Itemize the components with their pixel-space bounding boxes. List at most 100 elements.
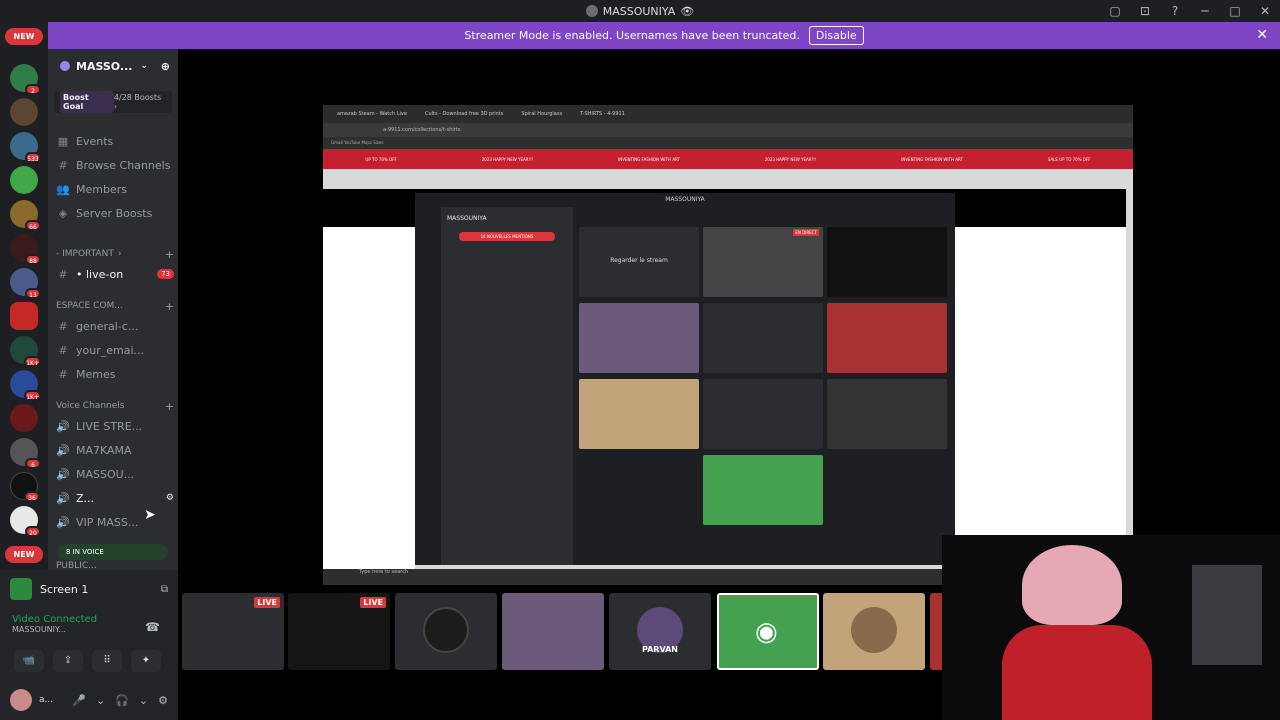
category-important[interactable]: - IMPORTANT › + <box>56 247 174 261</box>
settings-icon[interactable]: ⚙ <box>166 493 174 503</box>
server-icon[interactable]: 88 <box>10 234 41 265</box>
server-icon[interactable]: 1K+ <box>10 370 41 401</box>
hash-icon: # <box>58 267 68 281</box>
nav-server-boosts[interactable]: ◈ Server Boosts <box>56 203 174 223</box>
server-icon[interactable]: 66 <box>10 200 41 231</box>
popout-icon[interactable]: ⧉ <box>161 584 168 595</box>
user-voice-panel: Screen 1 ⧉ Video Connected MASSOUNIY... … <box>0 570 178 720</box>
channel-memes[interactable]: # Memes <box>56 364 174 384</box>
participant-thumbnail[interactable] <box>395 593 497 670</box>
nested-discord-window: MASSOUNIYA MASSOUNIYA 14 NOUVELLES MENTI… <box>415 193 955 565</box>
maximize-button[interactable]: □ <box>1220 4 1250 18</box>
discord-logo-icon: ◉ <box>755 617 778 647</box>
nav-members[interactable]: 👥 Members <box>56 179 174 199</box>
nav-browse-channels[interactable]: # Browse Channels <box>56 155 174 175</box>
mic-icon[interactable]: 🎤 <box>72 694 86 707</box>
server-icon[interactable] <box>10 98 38 126</box>
headphones-chevron-icon[interactable]: ⌄ <box>139 694 148 707</box>
webcam-overlay <box>942 535 1280 720</box>
server-icon[interactable]: 36 <box>10 472 40 502</box>
minimize-button[interactable]: ─ <box>1190 4 1220 18</box>
mic-chevron-icon[interactable]: ⌄ <box>96 694 105 707</box>
headphones-icon[interactable]: 🎧 <box>115 694 129 707</box>
server-icon[interactable] <box>10 302 38 330</box>
help-icon[interactable]: ? <box>1160 4 1190 18</box>
participant-thumbnail[interactable]: PARVAN <box>609 593 711 670</box>
in-voice-pill[interactable]: 8 IN VOICE <box>58 544 168 560</box>
disconnect-icon[interactable]: ☎ <box>145 620 160 634</box>
add-channel-icon[interactable]: + <box>165 248 174 261</box>
category-voice-channels[interactable]: Voice Channels + <box>56 399 174 413</box>
server-header[interactable]: MASSO... ⌄ ⊕ <box>48 49 178 83</box>
streamer-mode-banner: Streamer Mode is enabled. Usernames have… <box>48 22 1280 49</box>
promo-bar: UP TO 70% OFF 2023 HAPPY NEW YEAR!!! INV… <box>323 149 1133 169</box>
server-badge-icon <box>60 61 70 71</box>
voice-channel-public[interactable]: PUBLIC... <box>56 561 174 570</box>
boost-goal-label: Boost Goal <box>60 91 114 113</box>
participant-thumbnail[interactable]: ◉ <box>717 593 819 670</box>
webcam-cap <box>1022 545 1122 625</box>
voice-channel-live-stream[interactable]: 🔊 LIVE STRE... <box>56 416 174 436</box>
banner-text: Streamer Mode is enabled. Usernames have… <box>464 29 800 42</box>
mention-badge: 20 <box>25 526 41 537</box>
channel-general[interactable]: # general-c... <box>56 316 174 336</box>
boost-count: 4/28 Boosts › <box>113 93 162 111</box>
screen-share-icon <box>10 578 32 600</box>
user-row: a... 🎤 ⌄ 🎧 ⌄ ⚙ <box>10 686 168 714</box>
hash-icon: # <box>58 158 68 172</box>
soundboard-button[interactable]: ✦ <box>131 650 161 672</box>
server-icon[interactable]: 13 <box>10 268 41 299</box>
live-badge: LIVE <box>360 597 386 608</box>
server-icon[interactable]: 2 <box>10 64 41 95</box>
voice-channel-z[interactable]: 🔊 Z... ⚙ <box>56 488 174 508</box>
mention-badge: 2 <box>25 84 41 95</box>
server-icon[interactable] <box>10 404 38 432</box>
mention-badge: 533 <box>25 152 41 163</box>
server-icon[interactable]: 6 <box>10 438 41 469</box>
inbox-icon[interactable]: ▢ <box>1100 4 1130 18</box>
participant-thumbnail[interactable] <box>823 593 925 670</box>
nav-events[interactable]: ▦ Events <box>56 131 174 151</box>
shared-screen[interactable]: amazab Steam - Watch Live Cults - Downlo… <box>323 105 1133 585</box>
avatar[interactable] <box>10 689 32 711</box>
close-window-button[interactable]: ✕ <box>1250 4 1280 18</box>
add-channel-icon[interactable]: + <box>165 400 174 413</box>
server-icon[interactable]: 20 <box>10 506 41 537</box>
category-espace[interactable]: ESPACE COM... + <box>56 299 174 313</box>
activities-button[interactable]: ⠿ <box>92 650 122 672</box>
new-unreads-pill-top[interactable]: NEW <box>5 28 43 45</box>
new-unreads-pill-bottom[interactable]: NEW <box>5 546 43 563</box>
boost-icon: ◈ <box>58 206 68 220</box>
screen-icon[interactable]: ⊡ <box>1130 4 1160 18</box>
voice-channel-ma7kama[interactable]: 🔊 MA7KAMA <box>56 440 174 460</box>
server-name: MASSO... <box>76 59 133 73</box>
channel-email[interactable]: # your_emai... <box>56 340 174 360</box>
nested-tile <box>703 379 823 449</box>
channel-live-on[interactable]: # • live-on 73 <box>56 264 174 284</box>
title-bar: MASSOUNIYA 👁 ▢ ⊡ ? ─ □ ✕ <box>0 0 1280 22</box>
share-screen-button[interactable]: ⇪ <box>53 650 83 672</box>
settings-icon[interactable]: ⚙ <box>158 694 168 707</box>
speaker-icon: 🔊 <box>56 419 70 433</box>
participant-thumbnail[interactable] <box>502 593 604 670</box>
voice-connection-status[interactable]: Video Connected MASSOUNIY... ☎ <box>12 614 168 644</box>
voice-channel-massou[interactable]: 🔊 MASSOU... <box>56 464 174 484</box>
close-icon[interactable]: ✕ <box>1256 27 1268 43</box>
add-channel-icon[interactable]: + <box>165 300 174 313</box>
disable-streamer-mode-button[interactable]: Disable <box>808 26 864 45</box>
invite-icon[interactable]: ⊕ <box>161 60 170 73</box>
screen-share-row[interactable]: Screen 1 ⧉ <box>10 578 168 600</box>
server-icon[interactable]: 1K+ <box>10 336 41 367</box>
boost-goal[interactable]: Boost Goal 4/28 Boosts › <box>54 91 172 113</box>
participant-thumbnail[interactable]: LIVE <box>288 593 390 670</box>
members-icon: 👥 <box>56 182 70 196</box>
participant-thumbnail[interactable]: LIVE <box>182 593 284 670</box>
window-title: MASSOUNIYA 👁 <box>585 5 694 18</box>
mention-badge: 88 <box>25 254 41 265</box>
camera-button[interactable]: 📹 <box>14 650 44 672</box>
page-white-area <box>323 227 415 569</box>
server-icon[interactable]: 533 <box>10 132 41 163</box>
voice-channel-vip[interactable]: 🔊 VIP MASS... <box>56 512 174 532</box>
server-icon[interactable] <box>10 166 38 194</box>
avatar <box>851 607 897 653</box>
